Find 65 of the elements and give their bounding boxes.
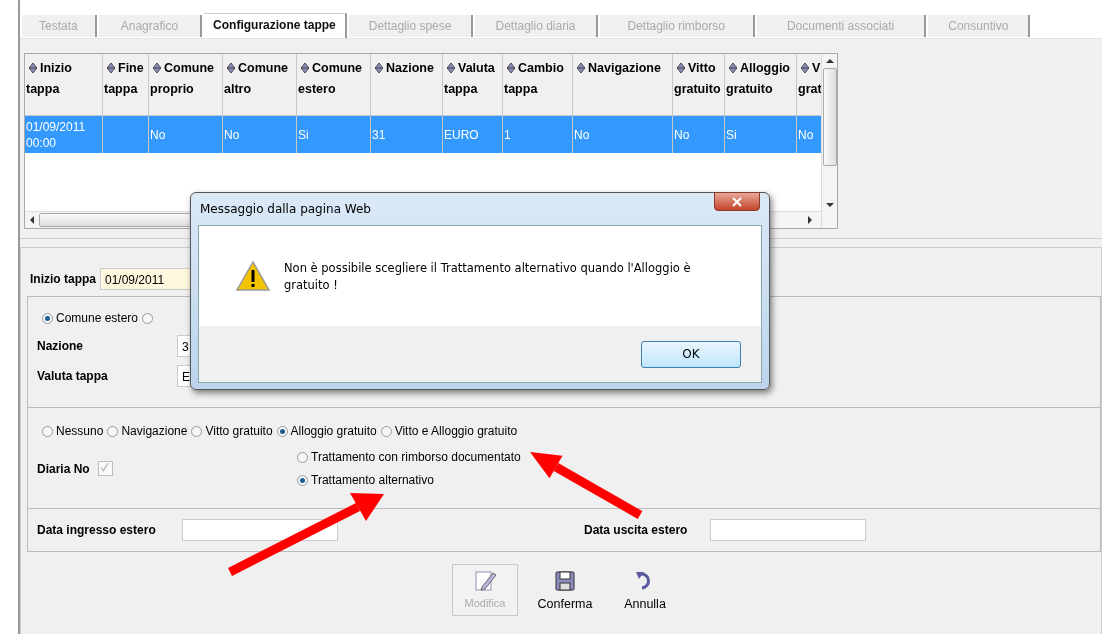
sort-icon xyxy=(677,63,685,73)
sort-icon xyxy=(577,63,585,73)
sort-icon xyxy=(729,63,737,73)
vertical-scrollbar[interactable] xyxy=(821,54,837,228)
radio-option[interactable]: Vitto gratuito xyxy=(191,422,273,440)
ok-button[interactable]: OK xyxy=(641,340,741,368)
table-cell: Si xyxy=(726,126,737,143)
table-cell: EURO xyxy=(444,126,479,143)
save-button[interactable]: Conferma xyxy=(532,564,598,616)
field-label: Data uscita estero xyxy=(584,523,689,537)
undo-button[interactable]: Annulla xyxy=(612,564,678,616)
column-header[interactable]: Comune altro xyxy=(223,54,297,116)
table-cell: No xyxy=(574,126,590,143)
field-label: Inizio tappa xyxy=(30,272,96,286)
radio-option[interactable]: Navigazione xyxy=(107,422,188,440)
sort-icon xyxy=(447,63,455,73)
radio-option[interactable]: Comune estero xyxy=(42,309,139,327)
table-cell: No xyxy=(150,126,166,143)
field-label: Nazione xyxy=(37,339,84,353)
column-header[interactable]: V grat xyxy=(797,54,821,116)
dialog-title: Messaggio dalla pagina Web xyxy=(200,202,371,216)
scroll-left-icon[interactable] xyxy=(29,216,35,224)
radio-option[interactable]: Vitto e Alloggio gratuito xyxy=(380,422,518,440)
column-header[interactable]: Cambio tappa xyxy=(503,54,573,116)
tab[interactable]: Configurazione tappe xyxy=(204,13,347,38)
table-cell: No xyxy=(674,126,690,143)
table-cell: 1 xyxy=(504,126,511,143)
table-cell: Si xyxy=(298,126,309,143)
column-header[interactable]: Comune estero xyxy=(297,54,371,116)
table-cell: No xyxy=(798,126,814,143)
column-header[interactable]: Inizio tappa xyxy=(25,54,103,116)
sort-icon xyxy=(107,63,115,73)
close-button[interactable] xyxy=(714,192,760,211)
column-header[interactable]: Navigazione xyxy=(573,54,673,116)
column-header[interactable]: Valuta tappa xyxy=(443,54,503,116)
scroll-right-icon[interactable] xyxy=(807,216,813,224)
column-header[interactable]: Alloggio gratuito xyxy=(725,54,797,116)
scroll-down-icon[interactable] xyxy=(825,202,834,208)
column-header[interactable]: Fine tappa xyxy=(103,54,149,116)
column-header[interactable]: Comune proprio xyxy=(149,54,223,116)
table-cell-text: 01/09/2011 00:00 xyxy=(26,118,87,151)
column-header[interactable]: Nazione xyxy=(371,54,443,116)
radio-option[interactable]: Trattamento con rimborso documentato xyxy=(297,448,521,466)
radio-option[interactable]: Trattamento alternativo xyxy=(297,471,521,489)
field-label: Data ingresso estero xyxy=(37,523,157,537)
table-cell: 31 xyxy=(372,126,386,143)
radio-option[interactable]: Alloggio gratuito xyxy=(276,422,377,440)
column-header[interactable]: Vitto gratuito xyxy=(673,54,725,116)
sort-icon xyxy=(301,63,309,73)
sort-icon xyxy=(801,63,809,73)
sort-icon xyxy=(227,63,235,73)
sort-icon xyxy=(375,63,383,73)
scroll-up-icon[interactable] xyxy=(825,58,834,64)
sort-icon xyxy=(153,63,161,73)
radio-option[interactable]: Nessuno xyxy=(42,422,104,440)
field-label: Valuta tappa xyxy=(37,369,109,383)
pencil-paper-icon xyxy=(473,569,497,593)
table-cell: No xyxy=(224,126,240,143)
close-icon xyxy=(732,196,742,207)
date-field[interactable] xyxy=(710,519,866,541)
sort-icon xyxy=(29,63,37,73)
dialog-message: Non è possibile scegliere il Trattamento alternativo quando l'Alloggio è gratuito ! xyxy=(284,260,692,294)
warning-icon xyxy=(235,260,271,292)
checkbox-label: Diaria No xyxy=(37,461,90,476)
sort-icon xyxy=(507,63,515,73)
